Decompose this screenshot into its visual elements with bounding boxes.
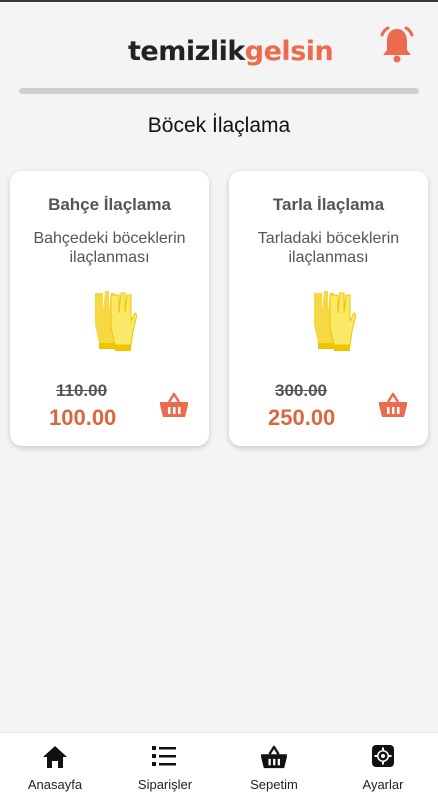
nav-label: Ayarlar (362, 777, 404, 792)
brand-logo[interactable]: temizlikgelsin (128, 32, 334, 72)
nav-item-home[interactable]: Anasayfa (0, 733, 110, 800)
logo-text-part2: gelsin (244, 36, 334, 67)
add-to-basket-icon[interactable] (159, 392, 189, 418)
nav-label: Anasayfa (27, 777, 83, 792)
product-title: Bahçe İlaçlama (48, 195, 171, 214)
product-card[interactable]: Bahçe İlaçlama Bahçedeki böceklerin ilaç… (10, 171, 209, 446)
product-description: Bahçedeki böceklerin ilaçlanması (33, 230, 186, 266)
notification-bell-icon[interactable] (378, 26, 416, 64)
product-title: Tarla İlaçlama (272, 195, 385, 214)
product-card[interactable]: Tarla İlaçlama Tarladaki böceklerin ilaç… (229, 171, 428, 446)
price: 250.00 (268, 405, 336, 430)
old-price: 300.00 (275, 381, 327, 400)
old-price: 110.00 (56, 381, 108, 400)
nav-item-settings[interactable]: Ayarlar (328, 733, 438, 800)
nav-label: Sepetim (250, 777, 298, 792)
bottom-navigation: Anasayfa Siparişler Sepetim Ayarlar (0, 732, 438, 800)
basket-icon (261, 745, 287, 769)
list-icon (152, 746, 176, 766)
gloves-icon (314, 291, 356, 351)
nav-label: Siparişler (137, 777, 193, 792)
header-divider (19, 88, 419, 94)
logo-text-part1: temizlik (128, 36, 245, 67)
price: 100.00 (49, 405, 117, 430)
gloves-icon (95, 291, 137, 351)
gear-icon (372, 745, 394, 767)
nav-item-orders[interactable]: Siparişler (110, 733, 220, 800)
app-header: temizlikgelsin (0, 2, 438, 92)
home-icon (43, 746, 67, 768)
page-title: Böcek İlaçlama (147, 114, 291, 137)
add-to-basket-icon[interactable] (378, 392, 408, 418)
nav-item-basket[interactable]: Sepetim (219, 733, 329, 800)
product-description: Tarladaki böceklerin ilaçlanması (257, 230, 400, 266)
